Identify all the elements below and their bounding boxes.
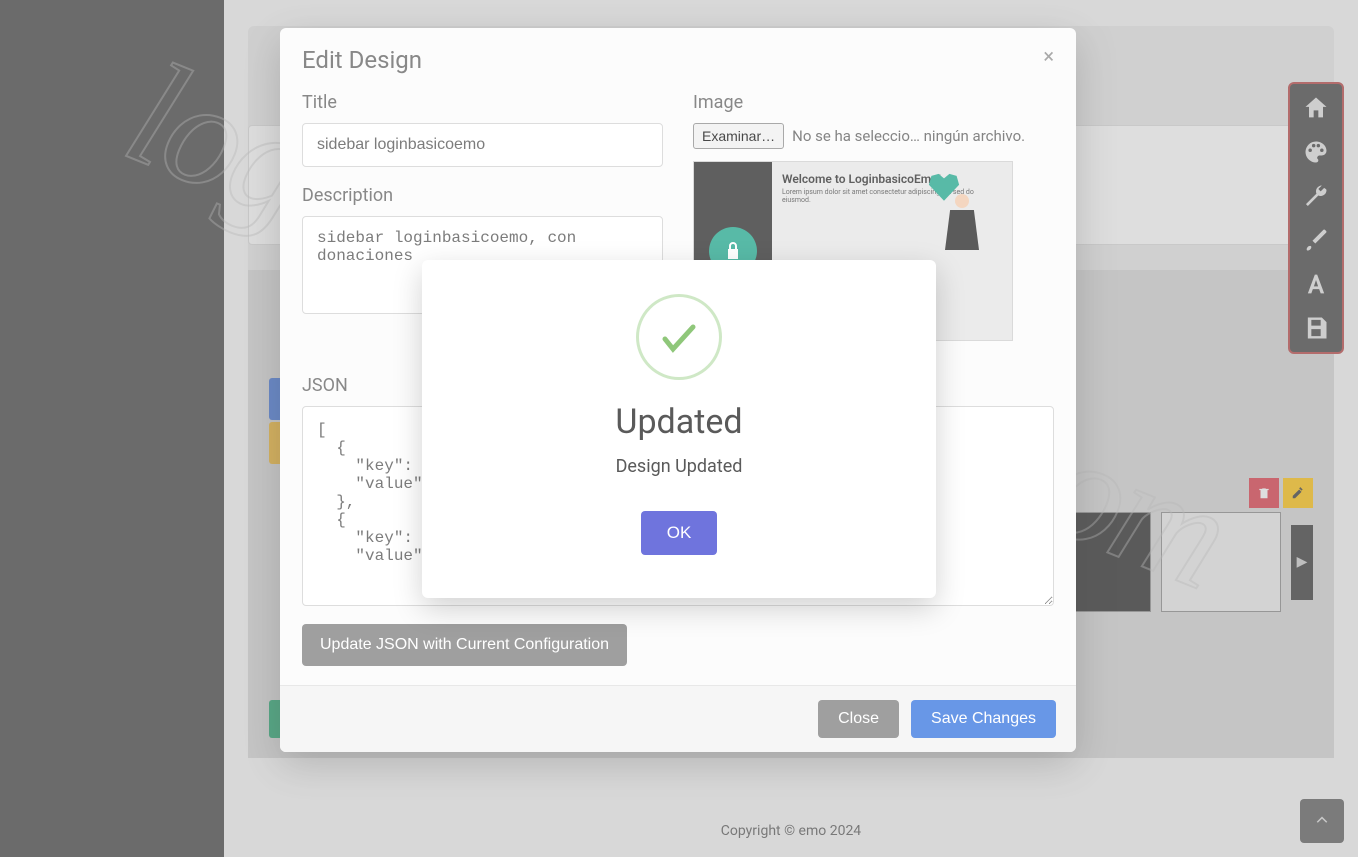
success-dialog: Updated Design Updated OK xyxy=(422,260,936,598)
success-subtitle: Design Updated xyxy=(616,456,743,477)
success-title: Updated xyxy=(615,402,742,442)
ok-button[interactable]: OK xyxy=(641,511,718,555)
check-icon xyxy=(636,294,722,380)
